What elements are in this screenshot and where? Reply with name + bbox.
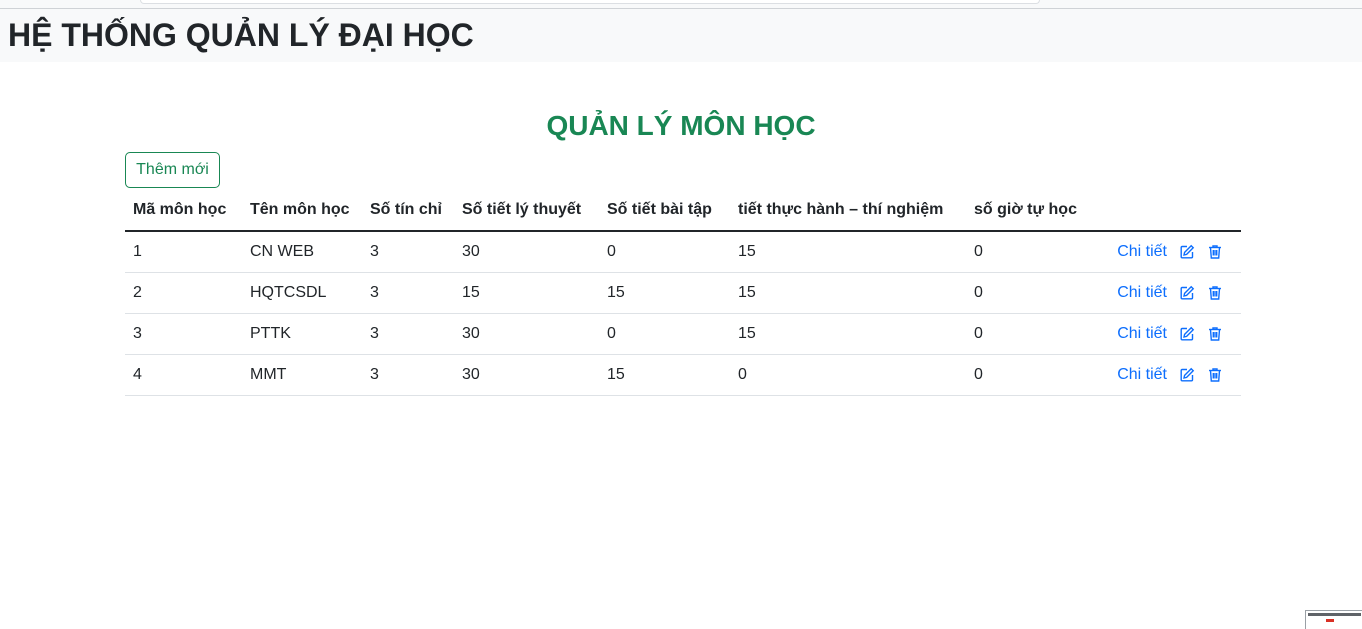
cell-so-tiet-bai-tap: 15 [599, 272, 730, 314]
row-actions: Chi tiết [1106, 272, 1241, 314]
cell-so-gio-tu-hoc: 0 [966, 354, 1106, 396]
header-ten-mon-hoc: Tên môn học [242, 190, 362, 232]
cell-ten-mon-hoc: PTTK [242, 313, 362, 355]
subjects-table: Mã môn học Tên môn học Số tín chỉ Số tiế… [125, 190, 1241, 396]
thumbnail-dot [1326, 619, 1334, 622]
table-row: 3 PTTK 3 30 0 15 0 Chi tiết [125, 313, 1241, 355]
cell-so-tiet-bai-tap: 0 [599, 313, 730, 355]
edit-icon[interactable] [1179, 326, 1195, 342]
browser-top-strip [0, 0, 1362, 9]
row-actions: Chi tiết [1106, 354, 1241, 396]
header-tiet-thuc-hanh: tiết thực hành – thí nghiệm [730, 190, 966, 232]
cell-so-tiet-ly-thuyet: 30 [454, 313, 599, 355]
cell-so-tin-chi: 3 [362, 231, 454, 273]
cell-so-tiet-bai-tap: 15 [599, 354, 730, 396]
cell-ma-mon-hoc: 3 [125, 313, 242, 355]
header-so-tin-chi: Số tín chỉ [362, 190, 454, 232]
trash-icon[interactable] [1207, 326, 1223, 342]
edit-icon[interactable] [1179, 367, 1195, 383]
detail-link[interactable]: Chi tiết [1117, 325, 1167, 342]
add-new-button[interactable]: Thêm mới [125, 152, 220, 188]
navbar: HỆ THỐNG QUẢN LÝ ĐẠI HỌC [0, 9, 1362, 62]
trash-icon[interactable] [1207, 244, 1223, 260]
cell-so-gio-tu-hoc: 0 [966, 272, 1106, 314]
cell-ten-mon-hoc: MMT [242, 354, 362, 396]
edit-icon[interactable] [1179, 285, 1195, 301]
header-actions [1106, 190, 1241, 232]
header-so-gio-tu-hoc: số giờ tự học [966, 190, 1106, 232]
cell-tiet-thuc-hanh: 15 [730, 231, 966, 273]
cell-ma-mon-hoc: 2 [125, 272, 242, 314]
cell-so-tin-chi: 3 [362, 313, 454, 355]
thumbnail-bar [1308, 613, 1361, 616]
cell-tiet-thuc-hanh: 15 [730, 272, 966, 314]
cell-so-tiet-ly-thuyet: 30 [454, 231, 599, 273]
cell-so-gio-tu-hoc: 0 [966, 231, 1106, 273]
table-row: 1 CN WEB 3 30 0 15 0 Chi tiết [125, 231, 1241, 273]
row-actions: Chi tiết [1106, 231, 1241, 273]
cell-tiet-thuc-hanh: 15 [730, 313, 966, 355]
cell-ma-mon-hoc: 1 [125, 231, 242, 273]
detail-link[interactable]: Chi tiết [1117, 366, 1167, 383]
table-row: 2 HQTCSDL 3 15 15 15 0 Chi tiết [125, 272, 1241, 314]
row-actions: Chi tiết [1106, 313, 1241, 355]
trash-icon[interactable] [1207, 367, 1223, 383]
table-header-row: Mã môn học Tên môn học Số tín chỉ Số tiế… [125, 190, 1241, 232]
cell-ten-mon-hoc: CN WEB [242, 231, 362, 273]
cell-so-tiet-bai-tap: 0 [599, 231, 730, 273]
table-row: 4 MMT 3 30 15 0 0 Chi tiết [125, 354, 1241, 396]
header-so-tiet-bai-tap: Số tiết bài tập [599, 190, 730, 232]
cell-so-tin-chi: 3 [362, 354, 454, 396]
cell-so-tiet-ly-thuyet: 15 [454, 272, 599, 314]
cell-so-tiet-ly-thuyet: 30 [454, 354, 599, 396]
cell-ma-mon-hoc: 4 [125, 354, 242, 396]
edit-icon[interactable] [1179, 244, 1195, 260]
cell-so-tin-chi: 3 [362, 272, 454, 314]
app-title[interactable]: HỆ THỐNG QUẢN LÝ ĐẠI HỌC [8, 17, 474, 54]
cell-tiet-thuc-hanh: 0 [730, 354, 966, 396]
cell-ten-mon-hoc: HQTCSDL [242, 272, 362, 314]
page-title: QUẢN LÝ MÔN HỌC [546, 110, 816, 141]
taskbar-thumbnail [1305, 610, 1362, 629]
trash-icon[interactable] [1207, 285, 1223, 301]
cell-so-gio-tu-hoc: 0 [966, 313, 1106, 355]
browser-tab-edge [140, 0, 1040, 4]
header-so-tiet-ly-thuyet: Số tiết lý thuyết [454, 190, 599, 232]
detail-link[interactable]: Chi tiết [1117, 243, 1167, 260]
detail-link[interactable]: Chi tiết [1117, 284, 1167, 301]
header-ma-mon-hoc: Mã môn học [125, 190, 242, 232]
